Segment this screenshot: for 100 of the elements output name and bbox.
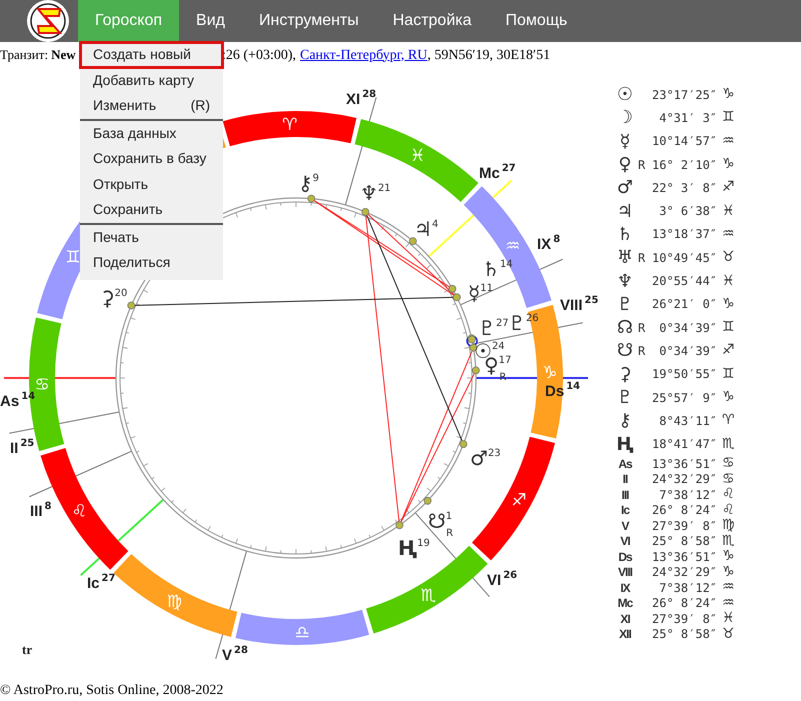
position-value: 4°31′ 3″ [658, 110, 718, 127]
position-glyph: ♆ [616, 270, 634, 294]
position-glyph: XI [619, 610, 631, 628]
position-glyph: As [617, 456, 634, 472]
sign-glyph: ♏ [722, 434, 735, 454]
nav-menu-item[interactable]: Инструменты [242, 0, 376, 42]
cusp-label: Ic$^{27}$ [87, 573, 116, 592]
cusp-label: VIII$^{25}$ [560, 295, 598, 314]
position-value: 0°34′39″ [658, 342, 718, 360]
menu-item[interactable]: Открыть [80, 172, 223, 197]
position-glyph: V [620, 518, 630, 534]
menu-item[interactable]: Изменить (R) [80, 93, 223, 118]
menu-item[interactable]: Создать новый [80, 42, 223, 68]
planet-dot [460, 440, 468, 448]
sign-glyph: ♓ [410, 146, 426, 166]
position-glyph: ♅ [616, 246, 634, 270]
position-value: 13°18′37″ [652, 226, 718, 244]
menu-item[interactable]: Поделиться [80, 250, 223, 276]
sign-glyph: ♑ [722, 294, 735, 314]
nav-menu-item[interactable]: Вид [179, 0, 242, 42]
position-value: 13°36′51″ [652, 548, 718, 566]
position-glyph: ☽ [616, 106, 634, 130]
transit-label: Транзит: [0, 46, 48, 64]
cusp-label: IX$^{8}$ [537, 234, 560, 253]
planet-label: ♇$^{27}$ [478, 316, 509, 340]
position-value: 3° 6′38″ [658, 203, 718, 220]
planet-dot [448, 284, 456, 293]
sign-glyph: ♐ [722, 341, 735, 360]
retrograde-label: R [638, 158, 646, 172]
planet-label: Ⱨ$^{19}$ [398, 536, 430, 560]
position-value: 10°14′57″ [652, 133, 718, 150]
planet-label: ♄$^{14}$ [482, 257, 513, 281]
position-glyph: Ds [617, 548, 634, 566]
position-value: 7°38′12″ [658, 486, 718, 504]
sign-glyph: ♓ [722, 202, 735, 221]
position-glyph: ♄ [616, 222, 634, 247]
position-glyph: Ic [620, 502, 630, 519]
planet-label: ⚷$^{9}$ [298, 171, 320, 195]
position-value: 24°32′29″ [652, 564, 718, 581]
cusp-label: VI$^{26}$ [487, 570, 518, 589]
menu-item[interactable]: Сохранить [80, 197, 223, 222]
sign-glyph: ♍ [722, 516, 735, 534]
menu-item[interactable]: Добавить карту [80, 68, 223, 93]
position-value: 13°36′51″ [652, 456, 718, 472]
sign-glyph: ♒ [505, 236, 520, 257]
menu-item[interactable]: Сохранить в базу [80, 146, 223, 172]
menu-item[interactable]: Печать [80, 224, 223, 250]
sign-glyph: ♈ [722, 411, 735, 430]
sign-glyph: ♊ [722, 108, 735, 128]
sign-glyph: ♈ [282, 115, 298, 136]
position-glyph: ♀ [617, 153, 633, 178]
sign-glyph: ♊ [722, 318, 735, 338]
nav-menu-item[interactable]: Настройка [376, 0, 489, 42]
planet-dot [361, 208, 370, 216]
retrograde-label: R [638, 320, 646, 335]
position-glyph: VIII [616, 564, 634, 581]
sign-glyph: ♒ [722, 132, 735, 151]
position-value: 27°39′ 8″ [652, 610, 718, 628]
sign-glyph: ♒ [722, 224, 735, 244]
sign-glyph: ♉ [722, 248, 735, 268]
cusp-label: V$^{28}$ [222, 645, 248, 664]
sign-glyph: ♎ [294, 622, 310, 643]
sign-glyph: ♌ [722, 500, 735, 518]
position-glyph: Mc [616, 595, 634, 612]
sign-glyph: ♐ [511, 490, 527, 511]
position-value: 10°49′45″ [652, 250, 718, 267]
sign-glyph: ♐ [722, 178, 735, 198]
position-value: 26°21′ 0″ [652, 296, 718, 314]
planet-dot [127, 302, 136, 310]
position-value: 18°41′47″ [652, 436, 718, 454]
place-link[interactable]: Санкт-Петербург, RU [300, 44, 428, 66]
sign-glyph: ♑ [722, 155, 735, 174]
position-value: 24°32′29″ [652, 471, 718, 488]
position-value: 8°43′11″ [658, 412, 718, 430]
planet-dot [424, 496, 432, 505]
retrograde-label: R [638, 344, 646, 358]
position-glyph: ♇ [616, 292, 634, 317]
logo-icon[interactable] [24, 0, 72, 42]
nav-menu-item[interactable]: Помощь [488, 0, 584, 42]
planet-dot [409, 237, 417, 246]
menu-item[interactable]: База данных [80, 120, 223, 146]
position-glyph: ☋ [616, 339, 634, 364]
shortcut-hint: (R) [190, 96, 210, 116]
position-glyph: IX [619, 580, 632, 596]
coordinates: , 59N56′19, 30E18′51 [427, 46, 550, 64]
position-value: 23°17′25″ [652, 86, 718, 104]
sign-glyph: ♓ [722, 272, 735, 291]
position-value: 16° 2′10″ [652, 156, 718, 174]
position-value: 22° 3′ 8″ [652, 180, 718, 197]
position-glyph: ☉ [616, 83, 634, 108]
planet-label: ♆$^{21}$ [360, 181, 391, 205]
chart-mode-label: tr [22, 642, 32, 657]
sign-glyph: ♊ [65, 247, 81, 268]
sign-glyph: ♓ [722, 609, 735, 628]
cusp-label: II$^{25}$ [10, 438, 34, 457]
cusp-label: XI$^{28}$ [346, 89, 376, 108]
planet-dot [452, 293, 461, 302]
sign-glyph: ♏ [722, 532, 735, 550]
position-value: 0°34′39″ [658, 320, 718, 337]
position-glyph: ☊ [616, 316, 634, 340]
